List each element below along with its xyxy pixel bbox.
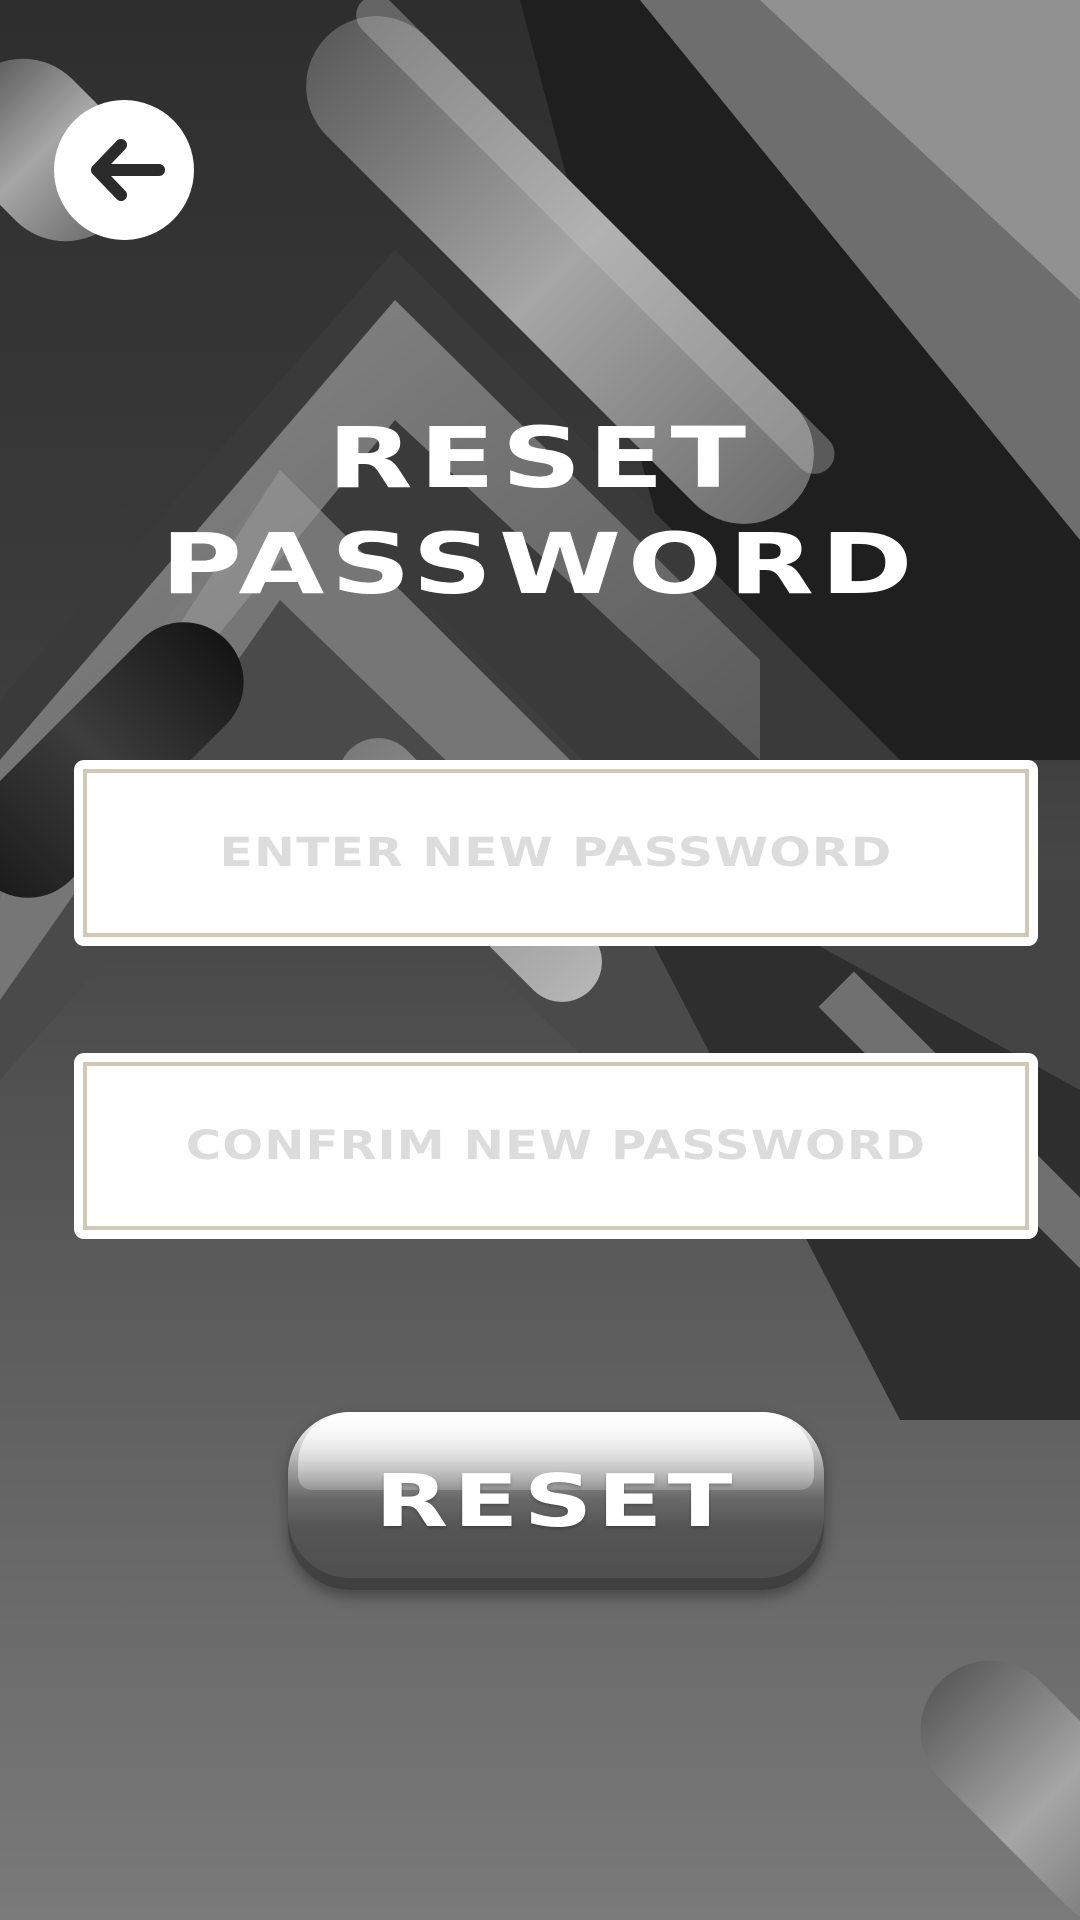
reset-button[interactable]: RESET [288,1412,824,1590]
reset-button-label: RESET [374,1459,738,1543]
new-password-input[interactable] [0,829,1080,877]
page-title: RESET PASSWORD [0,405,1080,617]
title-line-2: PASSWORD [160,515,920,613]
new-password-field-frame [0,769,1080,937]
confirm-password-field-frame [0,1062,1080,1230]
confirm-password-input[interactable] [0,1122,1080,1170]
reset-password-screen: RESET PASSWORD RESET [0,0,1080,1920]
background-artwork [0,0,1080,1920]
back-button[interactable] [54,100,194,240]
arrow-left-icon [91,139,165,201]
confirm-password-field[interactable] [0,1053,1080,1239]
new-password-field[interactable] [0,760,1080,946]
title-line-1: RESET [327,409,753,507]
